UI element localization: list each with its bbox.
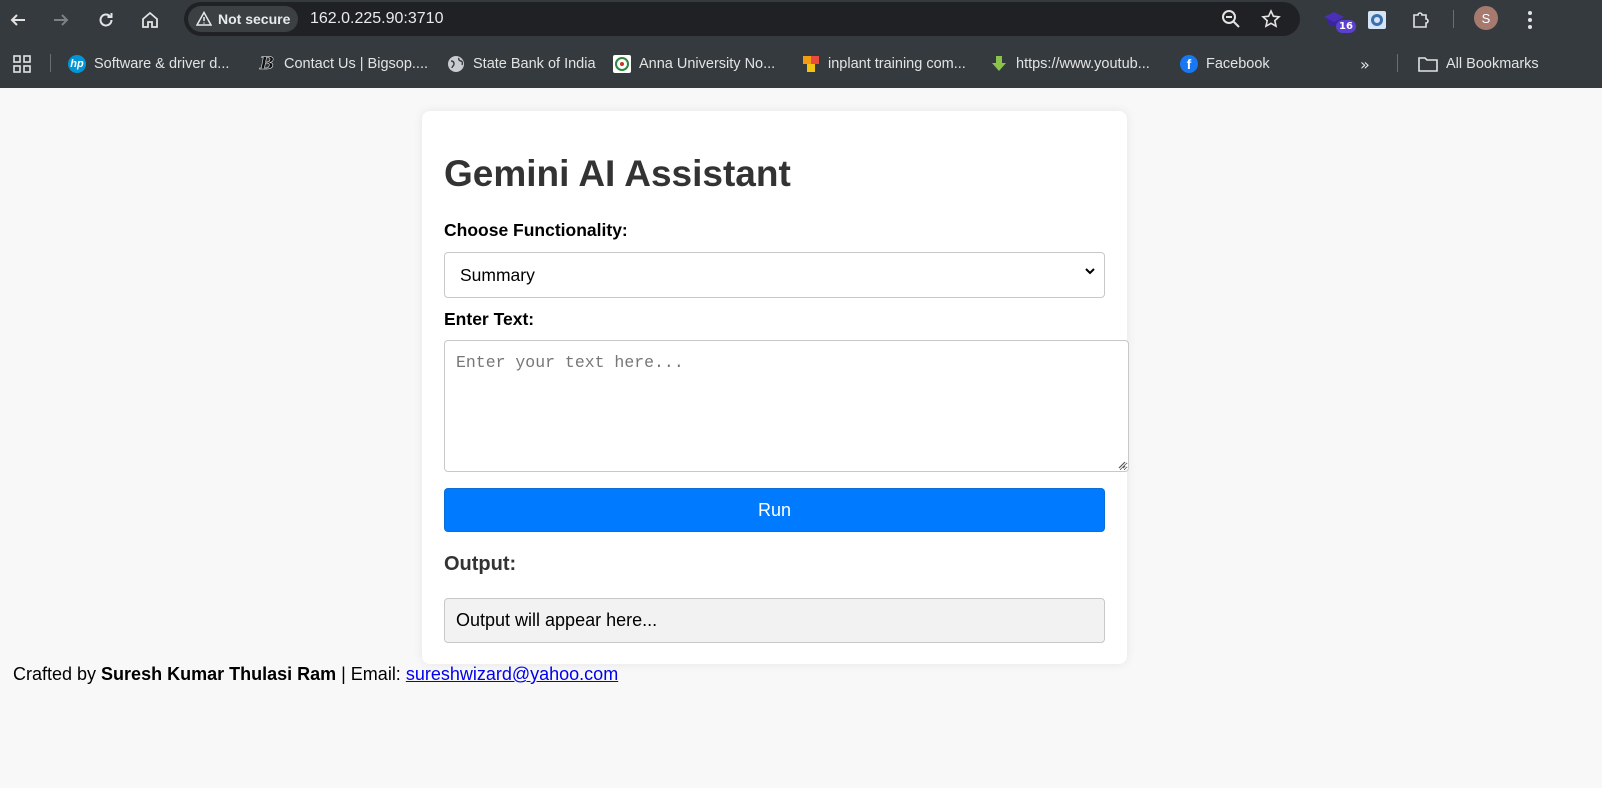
hp-icon: hp bbox=[68, 55, 86, 73]
more-bookmarks-button[interactable]: » bbox=[1360, 52, 1370, 76]
bookmark-label: Facebook bbox=[1206, 56, 1270, 72]
reload-button[interactable] bbox=[90, 4, 122, 36]
extensions-menu-button[interactable] bbox=[1407, 6, 1435, 34]
security-label: Not secure bbox=[218, 11, 291, 27]
bookmark-hp[interactable]: hp Software & driver d... bbox=[68, 52, 229, 76]
browser-toolbar: Not secure 162.0.225.90:3710 16 S bbox=[0, 0, 1602, 40]
footer-prefix: Crafted by bbox=[13, 664, 102, 684]
reload-icon bbox=[99, 13, 113, 27]
bookmark-star-button[interactable] bbox=[1259, 7, 1283, 31]
apps-button[interactable] bbox=[12, 52, 32, 76]
browser-menu-button[interactable] bbox=[1516, 6, 1544, 34]
bookmark-bigsop[interactable]: B Contact Us | Bigsop.... bbox=[258, 52, 428, 76]
run-button[interactable]: Run bbox=[444, 488, 1105, 532]
extension-shield-icon bbox=[1368, 11, 1386, 29]
resize-handle-icon[interactable] bbox=[1116, 459, 1126, 469]
anna-university-icon bbox=[613, 55, 631, 73]
bookmarks-divider bbox=[1397, 54, 1398, 72]
warning-icon bbox=[196, 11, 212, 26]
email-link[interactable]: sureshwizard@yahoo.com bbox=[406, 664, 618, 684]
bookmark-label: Software & driver d... bbox=[94, 56, 230, 72]
download-arrow-icon bbox=[992, 56, 1006, 71]
footer-separator: | Email: bbox=[336, 664, 406, 684]
globe-icon bbox=[448, 56, 464, 72]
all-bookmarks-button[interactable]: All Bookmarks bbox=[1418, 52, 1539, 76]
toolbar-divider bbox=[1453, 10, 1454, 28]
zoom-button[interactable] bbox=[1219, 7, 1243, 31]
function-label: Choose Functionality: bbox=[444, 220, 628, 240]
author-name: Suresh Kumar Thulasi Ram bbox=[101, 664, 337, 684]
chevron-down-icon bbox=[1085, 268, 1095, 275]
bigsop-icon: B bbox=[259, 54, 275, 75]
bookmark-label: Contact Us | Bigsop.... bbox=[284, 56, 428, 72]
double-chevron-icon: » bbox=[1360, 54, 1370, 74]
output-text: Output will appear here... bbox=[456, 610, 658, 630]
extension-button-1[interactable]: 16 bbox=[1320, 6, 1356, 34]
puzzle-icon bbox=[1413, 12, 1429, 28]
all-bookmarks-label: All Bookmarks bbox=[1446, 56, 1539, 72]
back-button[interactable] bbox=[2, 4, 34, 36]
forward-arrow-icon bbox=[54, 14, 69, 26]
extension-button-2[interactable] bbox=[1363, 6, 1391, 34]
bookmark-sbi[interactable]: State Bank of India bbox=[447, 52, 596, 76]
vertical-dots-icon bbox=[1528, 11, 1532, 29]
bookmark-label: State Bank of India bbox=[473, 56, 596, 72]
home-button[interactable] bbox=[134, 4, 166, 36]
profile-avatar[interactable]: S bbox=[1474, 6, 1498, 30]
text-label: Enter Text: bbox=[444, 309, 535, 329]
bookmarks-divider bbox=[50, 54, 51, 72]
bookmark-facebook[interactable]: f Facebook bbox=[1180, 52, 1270, 76]
zoom-out-icon bbox=[1222, 10, 1240, 28]
footer: Crafted by Suresh Kumar Thulasi Ram | Em… bbox=[13, 664, 618, 685]
url-text[interactable]: 162.0.225.90:3710 bbox=[310, 10, 443, 28]
security-chip[interactable]: Not secure bbox=[188, 6, 298, 32]
output-box: Output will appear here... bbox=[444, 598, 1105, 643]
back-arrow-icon bbox=[10, 14, 25, 26]
output-title: Output: bbox=[444, 553, 517, 575]
page-title: Gemini AI Assistant bbox=[444, 153, 791, 194]
address-bar[interactable]: Not secure 162.0.225.90:3710 bbox=[184, 2, 1300, 36]
function-selected-value: Summary bbox=[460, 264, 535, 285]
bookmark-label: https://www.youtub... bbox=[1016, 56, 1150, 72]
function-select[interactable]: Summary bbox=[444, 252, 1105, 298]
text-input[interactable] bbox=[444, 340, 1129, 472]
forward-button[interactable] bbox=[45, 4, 77, 36]
bookmark-youtube[interactable]: https://www.youtub... bbox=[990, 52, 1150, 76]
bookmark-anna-university[interactable]: Anna University No... bbox=[613, 52, 775, 76]
bookmark-label: inplant training com... bbox=[828, 56, 966, 72]
apps-grid-icon bbox=[13, 55, 31, 73]
facebook-icon: f bbox=[1180, 55, 1198, 73]
home-icon bbox=[142, 11, 158, 28]
bookmark-inplant[interactable]: inplant training com... bbox=[802, 52, 966, 76]
star-icon bbox=[1261, 9, 1281, 28]
inplant-icon bbox=[803, 56, 819, 72]
bookmarks-bar: hp Software & driver d... B Contact Us |… bbox=[0, 40, 1602, 88]
folder-icon bbox=[1418, 57, 1438, 72]
extension-badge: 16 bbox=[1336, 20, 1356, 33]
bookmark-label: Anna University No... bbox=[639, 56, 776, 72]
